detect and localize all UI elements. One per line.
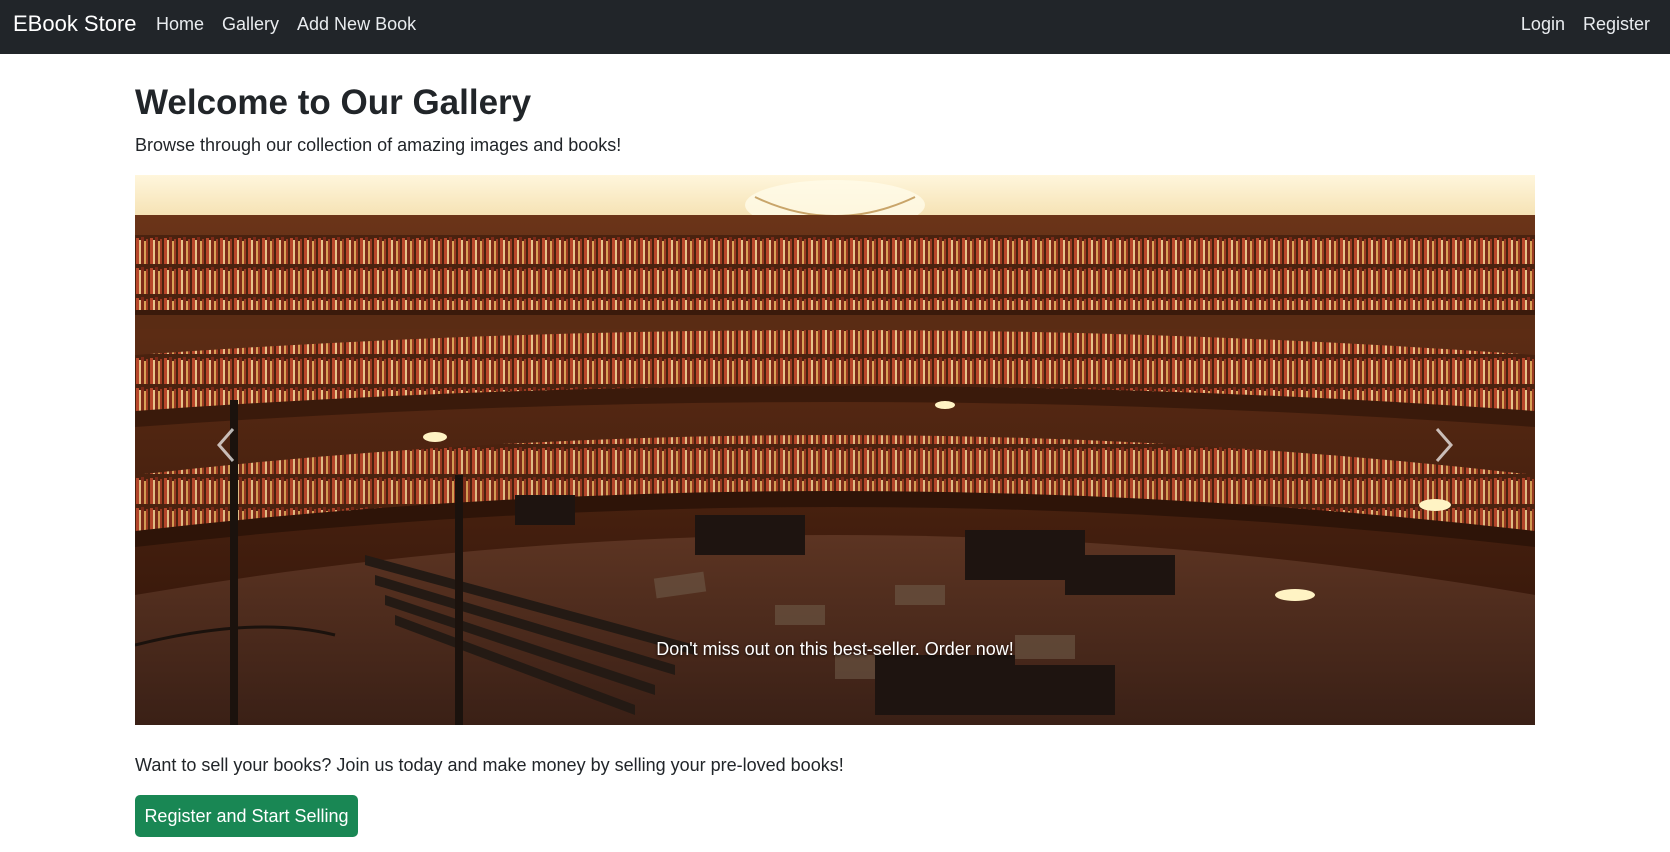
carousel-caption: Don't miss out on this best-seller. Orde… — [656, 639, 1014, 659]
nav-link-add-new-book[interactable]: Add New Book — [297, 13, 416, 35]
auth-links: Login Register — [1503, 13, 1650, 35]
navbar: EBook Store Home Gallery Add New Book Lo… — [0, 0, 1670, 54]
carousel-prev-button[interactable] — [195, 415, 255, 475]
nav-link-home[interactable]: Home — [156, 13, 204, 35]
image-carousel[interactable]: Don't miss out on this best-seller. Orde… — [135, 175, 1535, 725]
register-start-selling-button[interactable]: Register and Start Selling — [135, 795, 358, 837]
page-subtitle: Browse through our collection of amazing… — [135, 135, 622, 155]
chevron-right-icon — [1435, 428, 1453, 462]
chevron-left-icon — [217, 428, 235, 462]
carousel-next-button[interactable] — [1415, 415, 1475, 475]
nav-links: Home Gallery Add New Book — [156, 13, 434, 35]
brand-link[interactable]: EBook Store — [13, 10, 137, 38]
nav-link-gallery[interactable]: Gallery — [222, 13, 279, 35]
nav-link-register[interactable]: Register — [1583, 13, 1650, 35]
sell-promo-text: Want to sell your books? Join us today a… — [135, 755, 844, 775]
page-title: Welcome to Our Gallery — [135, 83, 532, 122]
nav-link-login[interactable]: Login — [1521, 13, 1565, 35]
